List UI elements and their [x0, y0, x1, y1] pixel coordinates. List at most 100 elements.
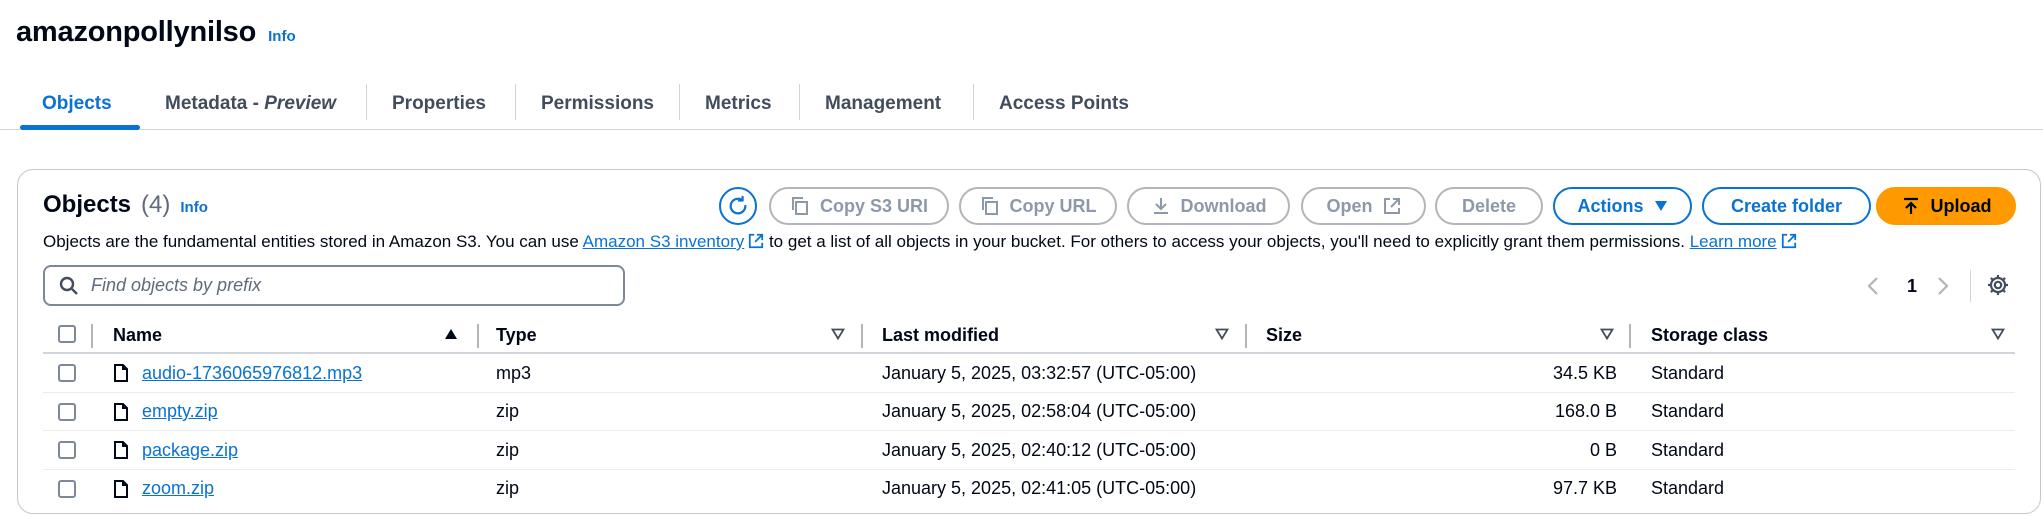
row-checkbox[interactable]: [58, 479, 76, 498]
actions-dropdown[interactable]: Actions: [1553, 187, 1692, 225]
table-header: Name Type Last modified Size Storage cla…: [43, 316, 2015, 354]
object-name-link[interactable]: zoom.zip: [142, 470, 214, 508]
actions-label: Actions: [1577, 195, 1644, 216]
delete-button[interactable]: Delete: [1435, 187, 1543, 225]
s3-inventory-link[interactable]: Amazon S3 inventory: [583, 232, 745, 251]
object-size: 97.7 KB: [1552, 478, 1617, 498]
object-last-modified: January 5, 2025, 03:32:57 (UTC-05:00): [882, 362, 1197, 383]
object-size: 34.5 KB: [1552, 362, 1617, 383]
tab-metadata[interactable]: Metadata - Preview: [165, 78, 336, 130]
external-link-icon: [1781, 233, 1796, 249]
table-settings-button[interactable]: [1986, 273, 2010, 302]
file-icon: [114, 479, 128, 498]
chevron-right-icon: [1938, 277, 1949, 295]
sort-icon: [831, 328, 845, 340]
column-separator: [1629, 324, 1631, 348]
previous-page-button[interactable]: [1866, 270, 1880, 302]
tab-separator: [973, 84, 974, 120]
learn-more-link-label: Learn more: [1689, 232, 1777, 251]
create-folder-label: Create folder: [1730, 195, 1843, 216]
tab-permissions[interactable]: Permissions: [541, 78, 654, 130]
row-checkbox[interactable]: [58, 402, 76, 421]
object-type: mp3: [496, 362, 532, 383]
chevron-left-icon: [1867, 277, 1878, 295]
object-size: 0 B: [1589, 439, 1617, 460]
description-text-1: Objects are the fundamental entities sto…: [43, 232, 583, 251]
tab-objects[interactable]: Objects: [42, 78, 112, 130]
caret-down-icon: [1654, 201, 1667, 211]
copy-url-button[interactable]: Copy URL: [959, 187, 1117, 225]
object-storage-class: Standard: [1651, 478, 1725, 498]
objects-info-link[interactable]: Info: [180, 199, 208, 216]
object-last-modified: January 5, 2025, 02:58:04 (UTC-05:00): [882, 401, 1197, 421]
gear-icon: [1988, 275, 2008, 295]
column-header-name[interactable]: Name: [113, 316, 162, 354]
download-button[interactable]: Download: [1127, 187, 1290, 225]
objects-table: Name Type Last modified Size Storage cla…: [43, 316, 2015, 508]
row-checkbox[interactable]: [58, 441, 76, 459]
download-icon: [1153, 198, 1168, 214]
tab-separator: [679, 84, 680, 120]
row-checkbox[interactable]: [58, 364, 76, 382]
page-number-button[interactable]: 1: [1907, 270, 1917, 302]
object-type: zip: [496, 401, 520, 421]
refresh-button[interactable]: [719, 187, 757, 225]
object-name-link[interactable]: audio-1736065976812.mp3: [142, 354, 362, 392]
file-icon: [114, 364, 128, 382]
tab-metadata-preview: Preview: [264, 93, 337, 114]
open-button[interactable]: Open: [1301, 187, 1426, 225]
upload-icon: [1903, 197, 1918, 214]
object-storage-class: Standard: [1651, 401, 1725, 421]
tab-management[interactable]: Management: [825, 78, 941, 130]
external-link-icon: [1383, 198, 1400, 214]
column-header-storage-class[interactable]: Storage class: [1651, 316, 1768, 354]
create-folder-button[interactable]: Create folder: [1702, 187, 1871, 225]
select-all-checkbox[interactable]: [58, 325, 76, 343]
next-page-button[interactable]: [1936, 270, 1950, 302]
object-name-link[interactable]: package.zip: [142, 431, 238, 469]
sort-icon: [1215, 328, 1229, 340]
tab-metrics[interactable]: Metrics: [705, 78, 772, 130]
object-storage-class: Standard: [1651, 362, 1725, 383]
tab-separator: [515, 84, 516, 120]
objects-panel-header: Objects (4) Info: [43, 191, 208, 219]
column-header-size[interactable]: Size: [1266, 316, 1302, 354]
bucket-info-link[interactable]: Info: [268, 28, 296, 45]
table-row: package.zip zip January 5, 2025, 02:40:1…: [43, 431, 2015, 470]
object-last-modified: January 5, 2025, 02:41:05 (UTC-05:00): [882, 478, 1197, 498]
column-header-last-modified[interactable]: Last modified: [882, 316, 999, 354]
sort-ascending-icon: [445, 329, 457, 339]
object-last-modified: January 5, 2025, 02:40:12 (UTC-05:00): [882, 439, 1197, 460]
tab-separator: [799, 84, 800, 120]
delete-label: Delete: [1461, 195, 1517, 216]
file-icon: [114, 402, 128, 421]
objects-count: (4): [141, 191, 171, 218]
upload-label: Upload: [1930, 195, 1992, 216]
column-header-type[interactable]: Type: [496, 316, 537, 354]
table-row: audio-1736065976812.mp3 mp3 January 5, 2…: [43, 354, 2015, 393]
copy-s3-uri-button[interactable]: Copy S3 URI: [769, 187, 949, 225]
sort-icon: [1991, 328, 2005, 340]
tab-properties[interactable]: Properties: [392, 78, 486, 130]
copy-s3-uri-label: Copy S3 URI: [819, 195, 929, 216]
download-label: Download: [1180, 195, 1267, 216]
column-separator: [1245, 324, 1247, 348]
file-icon: [114, 441, 128, 459]
search-icon: [59, 276, 78, 295]
upload-button[interactable]: Upload: [1876, 187, 2016, 225]
objects-title: Objects: [43, 191, 132, 218]
tab-access-points[interactable]: Access Points: [999, 78, 1129, 130]
object-name-link[interactable]: empty.zip: [142, 393, 218, 431]
copy-icon: [981, 197, 998, 215]
object-size: 168.0 B: [1554, 401, 1617, 421]
object-storage-class: Standard: [1651, 439, 1725, 460]
bucket-tabs: Objects Metadata - Preview Properties Pe…: [0, 78, 2043, 130]
description-text-2: to get a list of all objects in your buc…: [764, 232, 1690, 251]
search-input[interactable]: [91, 275, 611, 296]
learn-more-link[interactable]: Learn more: [1690, 232, 1777, 251]
external-link-icon: [749, 233, 764, 249]
active-tab-indicator: [20, 125, 140, 130]
tab-metadata-label: Metadata -: [165, 93, 265, 114]
object-type: zip: [496, 478, 520, 498]
open-label: Open: [1326, 195, 1373, 216]
